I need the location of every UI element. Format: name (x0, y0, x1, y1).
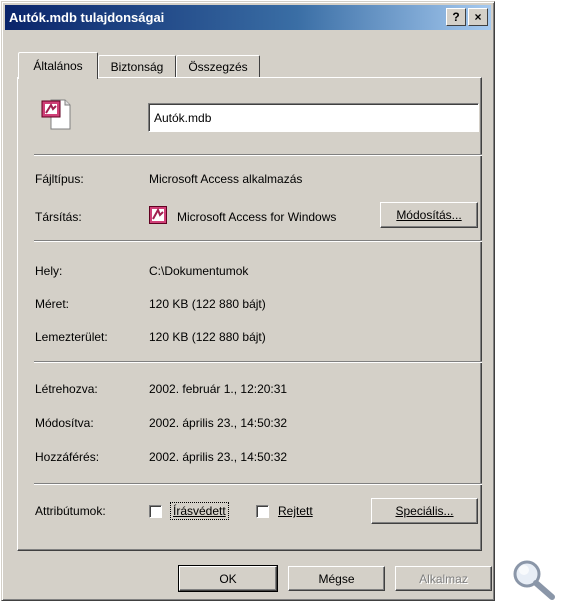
change-association-label: Módosítás... (396, 208, 462, 222)
modified-label: Módosítva: (35, 416, 94, 430)
change-association-button[interactable]: Módosítás... (380, 202, 478, 228)
properties-dialog: Autók.mdb tulajdonságai ? × Általános Bi… (1, 1, 495, 601)
attributes-label: Attribútumok: (35, 504, 106, 518)
hidden-checkbox-label[interactable]: Rejtett (278, 504, 313, 518)
size-value: 120 KB (122 880 bájt) (149, 297, 266, 311)
accessed-value: 2002. április 23., 14:50:32 (149, 450, 288, 464)
special-attributes-button[interactable]: Speciális... (371, 498, 478, 524)
special-attributes-label: Speciális... (395, 504, 454, 518)
help-button[interactable]: ? (446, 8, 466, 26)
cancel-label: Mégse (318, 571, 355, 586)
readonly-label-text: Írásvédett (173, 504, 226, 518)
file-name-input[interactable] (148, 103, 479, 132)
tab-summary-label: Összegzés (188, 60, 248, 74)
readonly-checkbox-label[interactable]: Írásvédett (170, 502, 229, 520)
created-value: 2002. február 1., 12:20:31 (149, 382, 288, 396)
ok-label: OK (219, 571, 237, 586)
accessed-label: Hozzáférés: (35, 450, 100, 464)
tab-summary[interactable]: Összegzés (176, 55, 260, 78)
apply-button[interactable]: Alkalmaz (395, 566, 492, 591)
association-label: Társítás: (35, 210, 82, 224)
access-file-icon (39, 98, 71, 130)
file-type-label: Fájltípus: (35, 172, 84, 186)
separator-1 (34, 154, 482, 156)
hidden-label-text: Rejtett (278, 504, 313, 518)
tab-general-label: Általános (33, 59, 83, 73)
separator-3 (34, 361, 482, 363)
magnifier-icon[interactable] (510, 557, 558, 601)
separator-2 (34, 240, 482, 242)
tab-general[interactable]: Általános (18, 52, 98, 79)
created-label: Létrehozva: (35, 382, 98, 396)
readonly-checkbox[interactable] (149, 505, 162, 518)
ok-button[interactable]: OK (178, 565, 278, 592)
window-title: Autók.mdb tulajdonságai (9, 10, 165, 25)
access-app-icon (149, 206, 167, 224)
location-value: C:\Dokumentumok (149, 264, 249, 278)
separator-4 (34, 483, 482, 485)
apply-label: Alkalmaz (419, 571, 468, 586)
modified-value: 2002. április 23., 14:50:32 (149, 416, 288, 430)
close-button[interactable]: × (468, 8, 488, 26)
tab-security[interactable]: Biztonság (98, 55, 176, 78)
tab-panel-general (17, 77, 482, 551)
location-label: Hely: (35, 264, 63, 278)
tab-security-label: Biztonság (110, 60, 164, 74)
title-bar[interactable]: Autók.mdb tulajdonságai ? × (5, 5, 491, 30)
disk-size-label: Lemezterület: (35, 330, 108, 344)
hidden-checkbox[interactable] (256, 505, 269, 518)
association-value: Microsoft Access for Windows (177, 210, 337, 224)
cancel-button[interactable]: Mégse (288, 566, 385, 591)
size-label: Méret: (35, 297, 70, 311)
disk-size-value: 120 KB (122 880 bájt) (149, 330, 266, 344)
file-type-value: Microsoft Access alkalmazás (149, 172, 303, 186)
